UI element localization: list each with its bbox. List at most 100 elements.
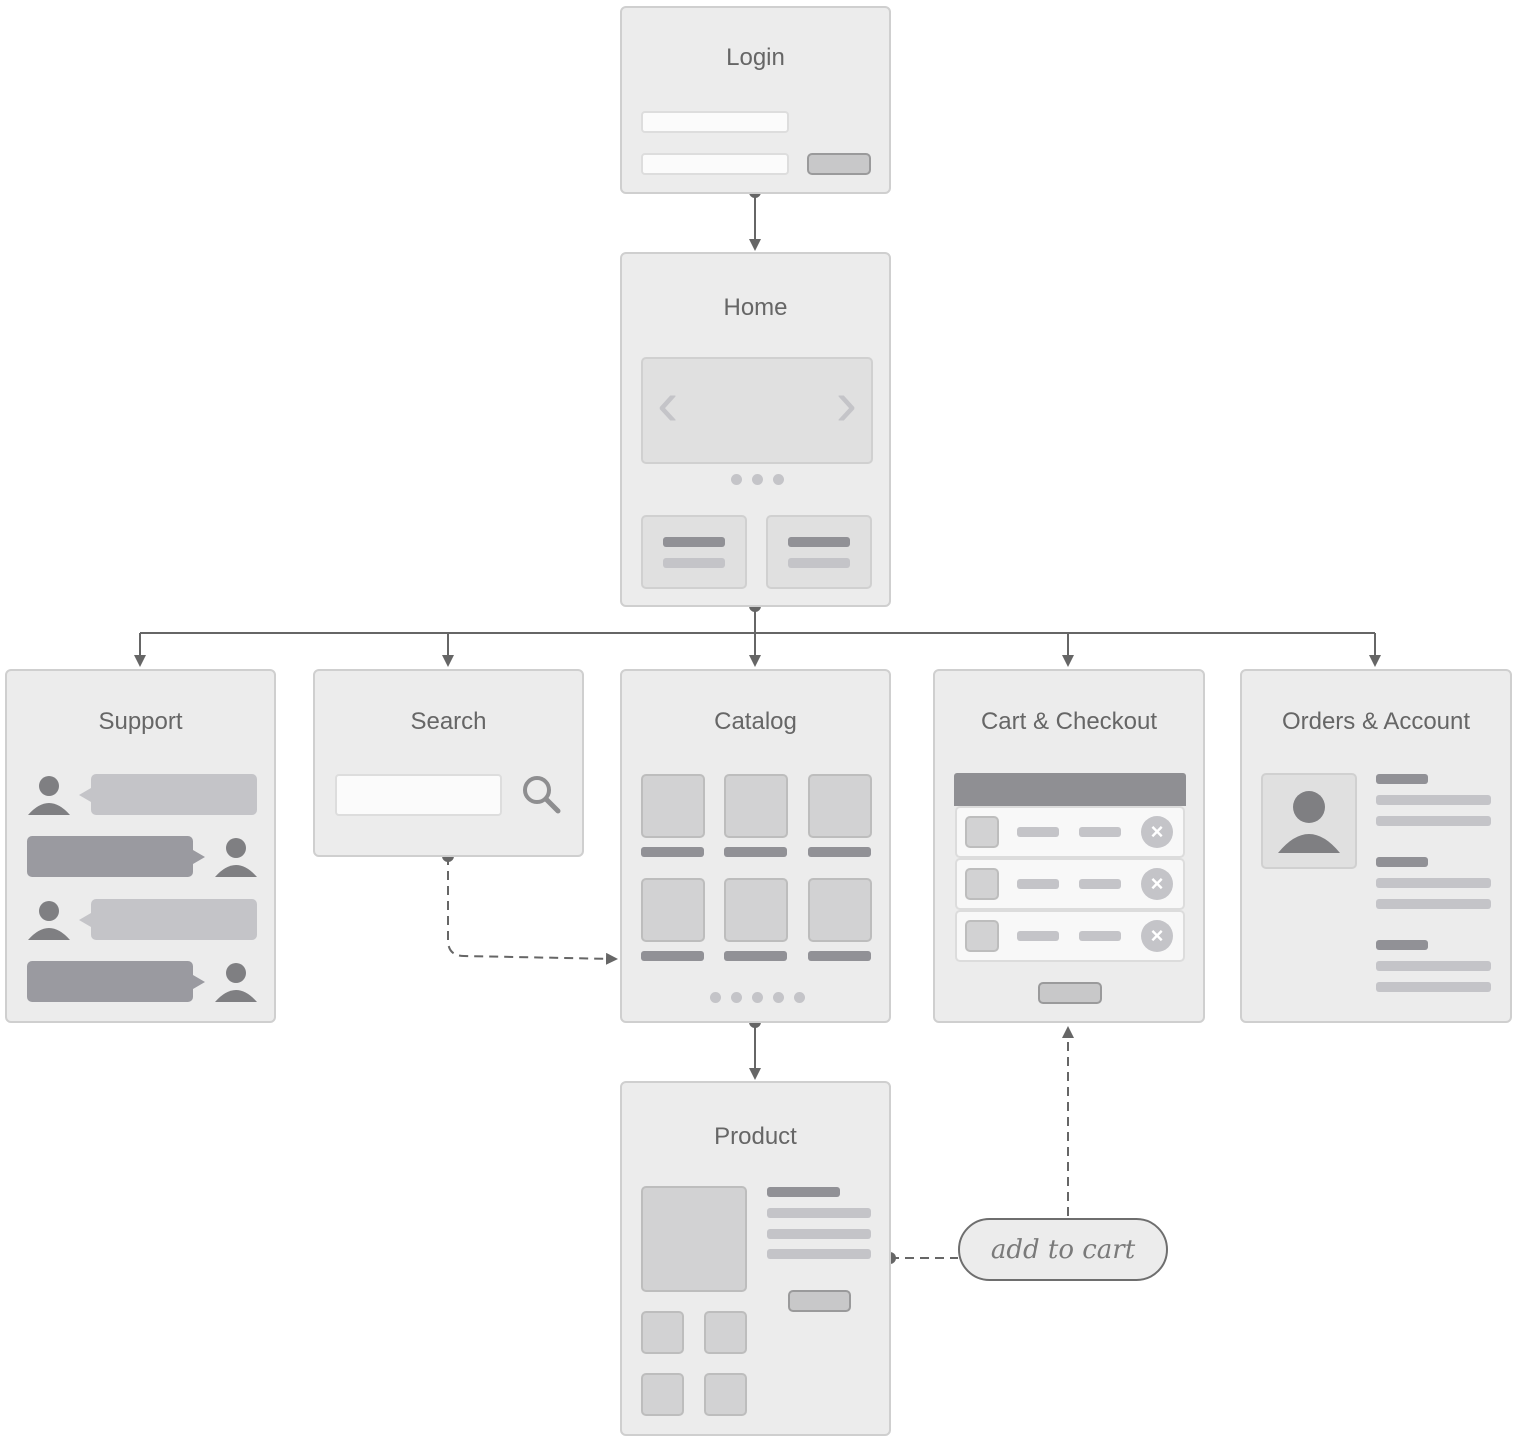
catalog-item-image[interactable] <box>641 774 705 838</box>
add-to-cart-action-label: add to cart <box>958 1218 1168 1281</box>
login-button[interactable] <box>807 153 871 175</box>
cart-row[interactable]: × <box>955 858 1185 910</box>
cart-row[interactable]: × <box>955 910 1185 962</box>
product-desc-line <box>767 1208 871 1218</box>
pagination-dot[interactable] <box>752 992 763 1003</box>
tile-text <box>663 558 725 568</box>
edge-search-catalog <box>447 856 618 965</box>
chevron-right-icon[interactable]: › <box>836 371 857 435</box>
product-main-image[interactable] <box>641 1186 747 1292</box>
carousel-dot[interactable] <box>752 474 763 485</box>
cart-item-thumb <box>965 816 999 848</box>
catalog-item-label <box>724 951 787 961</box>
catalog-item-image[interactable] <box>641 878 705 942</box>
product-name <box>767 1187 840 1197</box>
section-line <box>1376 795 1491 805</box>
remove-item-icon[interactable]: × <box>1141 868 1173 900</box>
agent-avatar-icon <box>28 776 70 815</box>
product-desc-line <box>767 1249 871 1259</box>
tile-text <box>788 558 850 568</box>
cart-item-name <box>1017 931 1059 941</box>
catalog-item-label <box>641 951 704 961</box>
chat-bubble-user <box>27 961 193 1002</box>
section-heading <box>1376 940 1428 950</box>
pagination-dot[interactable] <box>773 992 784 1003</box>
home-tile[interactable] <box>766 515 872 589</box>
home-tile[interactable] <box>641 515 747 589</box>
catalog-item-image[interactable] <box>808 774 872 838</box>
search-icon[interactable] <box>520 773 564 817</box>
bubble-tail <box>79 913 91 927</box>
screen-cart-checkout[interactable]: Cart & Checkout × × × <box>933 669 1205 1023</box>
screen-product[interactable]: Product <box>620 1081 891 1436</box>
product-desc-line <box>767 1229 871 1239</box>
bubble-tail <box>79 788 91 802</box>
cart-item-name <box>1017 827 1059 837</box>
carousel-dot[interactable] <box>731 474 742 485</box>
user-avatar-icon <box>1278 791 1340 853</box>
agent-avatar-icon <box>28 901 70 940</box>
cart-item-name <box>1017 879 1059 889</box>
screen-title: Search <box>410 708 487 735</box>
section-line <box>1376 982 1491 992</box>
section-line <box>1376 899 1491 909</box>
pagination-dot[interactable] <box>710 992 721 1003</box>
section-heading <box>1376 774 1428 784</box>
chat-bubble-agent <box>91 899 257 940</box>
gallery-thumb[interactable] <box>641 1373 684 1416</box>
cart-item-thumb <box>965 920 999 952</box>
cart-item-price <box>1079 827 1121 837</box>
screen-title: Home <box>723 294 788 321</box>
screen-search[interactable]: Search <box>313 669 584 857</box>
catalog-item-label <box>808 951 871 961</box>
screen-title: Cart & Checkout <box>980 708 1158 735</box>
screen-title: Catalog <box>714 708 797 735</box>
screen-title: Support <box>98 708 183 735</box>
gallery-thumb[interactable] <box>704 1373 747 1416</box>
section-heading <box>1376 857 1428 867</box>
pagination-dot[interactable] <box>794 992 805 1003</box>
catalog-item-label <box>724 847 787 857</box>
section-line <box>1376 816 1491 826</box>
catalog-item-image[interactable] <box>724 878 788 942</box>
chat-bubble-user <box>27 836 193 877</box>
screen-login[interactable]: Login <box>620 6 891 194</box>
cart-item-price <box>1079 879 1121 889</box>
password-field[interactable] <box>641 153 789 175</box>
remove-item-icon[interactable]: × <box>1141 920 1173 952</box>
screen-title: Product <box>714 1123 797 1150</box>
catalog-item-image[interactable] <box>808 878 872 942</box>
gallery-thumb[interactable] <box>641 1311 684 1354</box>
screen-title: Login <box>726 44 785 71</box>
username-field[interactable] <box>641 111 789 133</box>
cart-item-thumb <box>965 868 999 900</box>
add-to-cart-button[interactable] <box>788 1290 851 1312</box>
catalog-item-label <box>808 847 871 857</box>
section-line <box>1376 961 1491 971</box>
screen-title: Orders & Account <box>1281 708 1471 735</box>
tile-heading <box>663 537 725 547</box>
cart-row[interactable]: × <box>955 806 1185 858</box>
screen-support[interactable]: Support <box>5 669 276 1023</box>
remove-item-icon[interactable]: × <box>1141 816 1173 848</box>
chevron-left-icon[interactable]: ‹ <box>657 371 678 435</box>
bubble-tail <box>193 850 205 864</box>
profile-photo[interactable] <box>1261 773 1357 869</box>
cart-header-bar <box>954 773 1186 806</box>
bubble-tail <box>193 975 205 989</box>
screen-home[interactable]: Home ‹ › <box>620 252 891 607</box>
search-input[interactable] <box>335 774 502 816</box>
carousel-dot[interactable] <box>773 474 784 485</box>
user-avatar-icon <box>215 963 257 1002</box>
cart-item-price <box>1079 931 1121 941</box>
section-line <box>1376 878 1491 888</box>
tile-heading <box>788 537 850 547</box>
gallery-thumb[interactable] <box>704 1311 747 1354</box>
checkout-button[interactable] <box>1038 982 1102 1004</box>
pagination-dot[interactable] <box>731 992 742 1003</box>
screen-orders-account[interactable]: Orders & Account <box>1240 669 1512 1023</box>
catalog-item-image[interactable] <box>724 774 788 838</box>
chat-bubble-agent <box>91 774 257 815</box>
hero-carousel[interactable]: ‹ › <box>641 357 873 464</box>
screen-catalog[interactable]: Catalog <box>620 669 891 1023</box>
